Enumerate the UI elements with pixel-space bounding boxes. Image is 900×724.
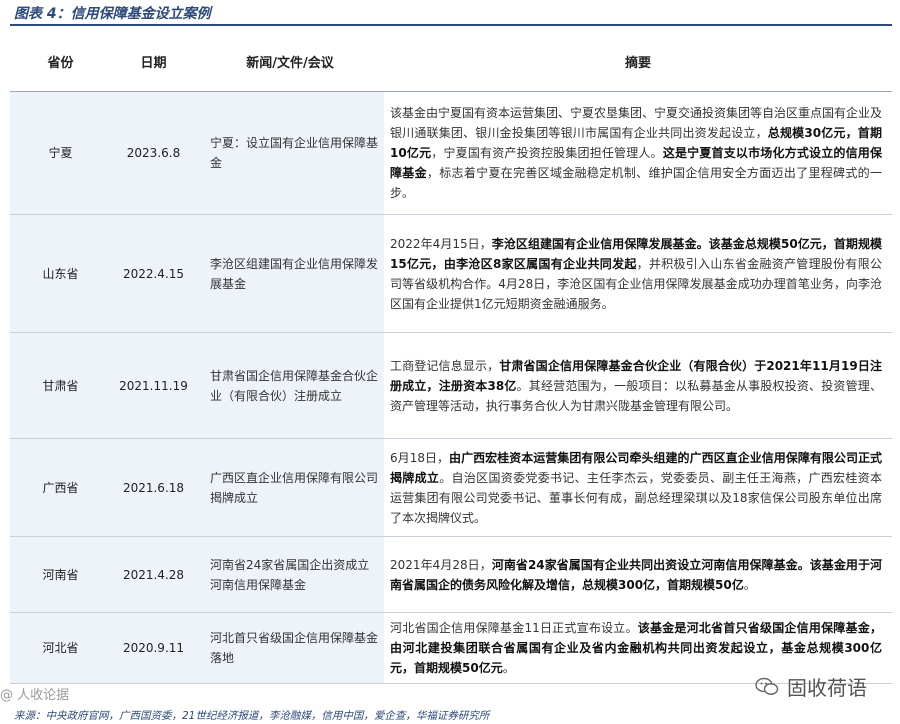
date-cell: 2021.11.19 xyxy=(111,332,196,439)
summary-segment: 河北省国企信用保障基金11日正式宣布设立。 xyxy=(390,621,638,635)
summary-cell: 2022年4月15日，李沧区组建国有企业信用保障发展基金。该基金总规模50亿元，… xyxy=(384,214,892,333)
summary-segment: 2022年4月15日， xyxy=(390,236,492,251)
date-cell: 2020.9.11 xyxy=(111,612,196,684)
summary-cell: 工商登记信息显示，甘肃省国企信用保障基金合伙企业（有限合伙）于2021年11月1… xyxy=(384,332,892,439)
news-cell: 甘肃省国企信用保障基金合伙企业（有限合伙）注册成立 xyxy=(196,332,384,439)
title-rule xyxy=(10,24,892,26)
province-cell: 河南省 xyxy=(10,536,111,613)
table-row: 宁夏 2023.6.8 宁夏：设立国有企业信用保障基金 该基金由宁夏国有资本运营集团、… xyxy=(10,91,892,215)
table-row: 广西省 2021.6.18 广西区直企业信用保障有限公司揭牌成立 6月18日，由广西宏… xyxy=(10,438,892,537)
table-row: 山东省 2022.4.15 李沧区组建国有企业信用保障发展基金 2022年4月15日，… xyxy=(10,214,892,333)
summary-segment: 6月18日， xyxy=(390,450,450,465)
summary-segment: ，宁夏国有资产投资控股集团担任管理人。 xyxy=(431,146,663,160)
table-row: 甘肃省 2021.11.19 甘肃省国企信用保障基金合伙企业（有限合伙）注册成立 工商… xyxy=(10,332,892,439)
watermark-left: @ 人收论据 xyxy=(0,688,70,703)
news-cell: 李沧区组建国有企业信用保障发展基金 xyxy=(196,214,384,333)
date-cell: 2021.4.28 xyxy=(111,536,196,613)
table-body: 宁夏 2023.6.8 宁夏：设立国有企业信用保障基金 该基金由宁夏国有资本运营集团、… xyxy=(10,91,892,684)
summary-segment: 。 xyxy=(743,577,756,592)
province-cell: 甘肃省 xyxy=(10,332,111,439)
table-row: 河南省 2021.4.28 河南省24家省属国企出资成立河南信用保障基金 2021年4… xyxy=(10,536,892,613)
header-summary: 摘要 xyxy=(384,31,892,92)
watermark-right-text: 固收荷语 xyxy=(787,676,867,700)
header-news: 新闻/文件/会议 xyxy=(196,31,384,92)
watermark-right: 固收荷语 xyxy=(755,672,867,701)
summary-segment: ，标志着宁夏在完善区域金融稳定机制、维护国企信用安全方面迈出了里程碑式的一步。 xyxy=(390,166,882,200)
province-cell: 山东省 xyxy=(10,214,111,333)
header-date: 日期 xyxy=(111,31,196,92)
summary-segment: 。自治区国资委党委书记、主任李杰云，党委委员、副主任王海燕，广西宏桂资本运营集团… xyxy=(390,470,882,525)
date-cell: 2022.4.15 xyxy=(111,214,196,333)
news-cell: 宁夏：设立国有企业信用保障基金 xyxy=(196,91,384,215)
date-cell: 2023.6.8 xyxy=(111,91,196,215)
news-cell: 广西区直企业信用保障有限公司揭牌成立 xyxy=(196,438,384,537)
summary-segment: 2021年4月28日， xyxy=(390,557,492,572)
date-cell: 2021.6.18 xyxy=(111,438,196,537)
news-cell: 河北首只省级国企信用保障基金落地 xyxy=(196,612,384,684)
header-province: 省份 xyxy=(10,31,111,92)
news-cell: 河南省24家省属国企出资成立河南信用保障基金 xyxy=(196,536,384,613)
summary-cell: 该基金由宁夏国有资本运营集团、宁夏农垦集团、宁夏交通投资集团等自治区重点国有企业… xyxy=(384,91,892,215)
province-cell: 河北省 xyxy=(10,612,111,684)
summary-segment: 工商登记信息显示， xyxy=(390,358,500,373)
header-row: 省份 日期 新闻/文件/会议 摘要 xyxy=(10,31,892,92)
source-note: 来源：中央政府官网，广西国资委，21世纪经济报道，李沧融媒，信用中国，爱企查，华… xyxy=(14,710,490,722)
fund-cases-table: 省份 日期 新闻/文件/会议 摘要 宁夏 2023.6.8 宁夏：设立国有企业信用保… xyxy=(10,31,892,684)
summary-segment: 。 xyxy=(502,661,515,675)
wechat-icon xyxy=(755,677,779,695)
summary-cell: 6月18日，由广西宏桂资本运营集团有限公司牵头组建的广西区直企业信用保障有限公司… xyxy=(384,438,892,537)
province-cell: 宁夏 xyxy=(10,91,111,215)
summary-cell: 2021年4月28日，河南省24家省属国有企业共同出资设立河南信用保障基金。该基… xyxy=(384,536,892,613)
province-cell: 广西省 xyxy=(10,438,111,537)
figure-title: 图表 4：信用保障基金设立案例 xyxy=(14,6,211,22)
